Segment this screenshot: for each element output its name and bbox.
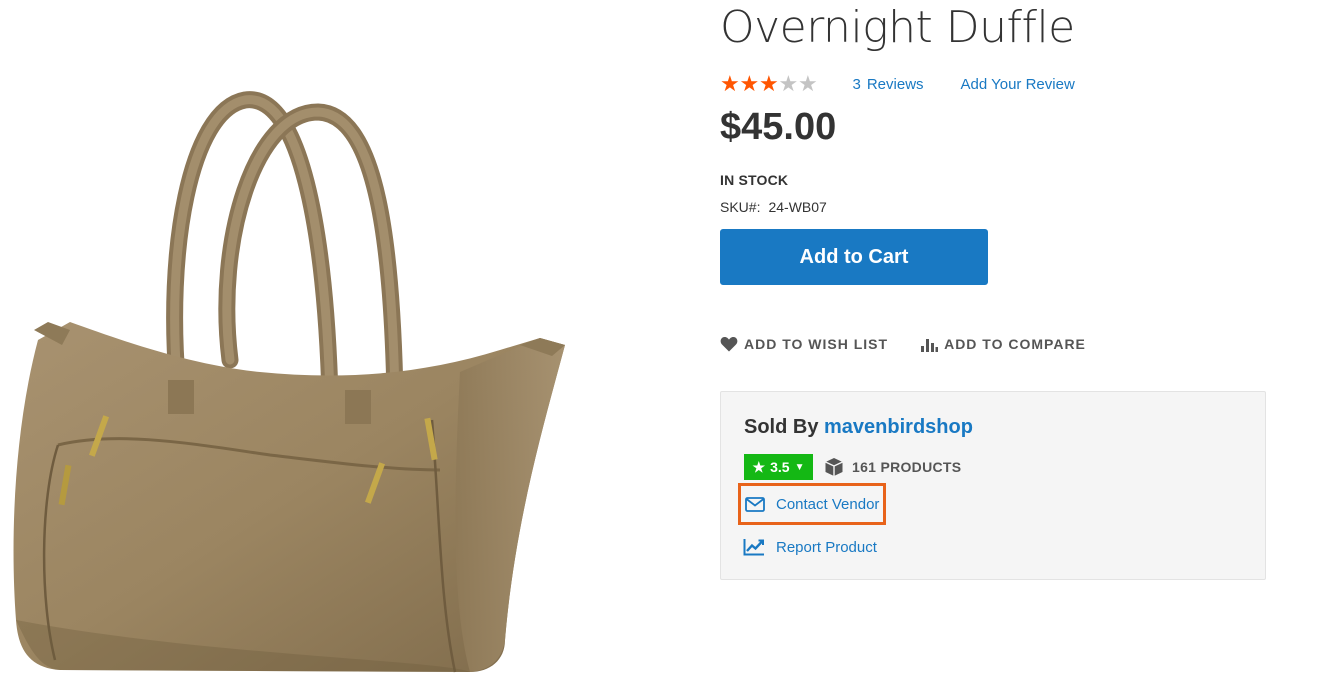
vendor-products-count: 161 PRODUCTS <box>824 457 961 477</box>
reviews-label: Reviews <box>866 75 924 93</box>
product-price: $45.00 <box>720 106 837 148</box>
star-icon: ★ <box>798 71 818 96</box>
reviews-link[interactable]: 3 Reviews <box>853 76 924 93</box>
sku-value: 24-WB07 <box>768 199 827 215</box>
add-to-wishlist-link[interactable]: ADD TO WISH LIST <box>720 336 888 352</box>
report-product-label: Report Product <box>776 538 877 556</box>
star-icon: ★ <box>739 71 760 96</box>
product-image[interactable] <box>0 0 690 689</box>
product-sku: SKU#: 24-WB07 <box>720 199 827 215</box>
vendor-name-link[interactable]: mavenbirdshop <box>824 416 973 438</box>
star-icon: ★ <box>759 71 779 96</box>
rating-stars: ★ ★ ★ ★ ★ <box>720 73 818 95</box>
sold-by-label: Sold By <box>744 416 819 438</box>
sold-by-line: Sold By mavenbirdshop <box>744 416 973 439</box>
product-gallery <box>0 0 690 689</box>
rating-summary: ★ ★ ★ ★ ★ 3 Reviews Add Your Review <box>720 72 1075 96</box>
reviews-count: 3 <box>852 75 861 93</box>
vendor-panel: Sold By mavenbirdshop ★ 3.5 ▼ 161 PRODUC… <box>720 391 1266 580</box>
product-title: Overnight Duffle <box>720 2 1075 53</box>
bar-chart-icon <box>920 336 939 352</box>
vendor-rating: 3.5 <box>770 459 790 475</box>
products-count-label: 161 PRODUCTS <box>852 459 962 475</box>
star-icon: ★ <box>752 458 766 475</box>
contact-vendor-label: Contact Vendor <box>776 495 880 513</box>
vendor-badges: ★ 3.5 ▼ 161 PRODUCTS <box>744 454 961 480</box>
add-to-cart-button[interactable]: Add to Cart <box>720 229 988 285</box>
star-icon: ★ <box>720 71 740 96</box>
stock-status: IN STOCK <box>720 172 789 188</box>
sku-label: SKU#: <box>720 199 761 215</box>
wishlist-label: ADD TO WISH LIST <box>744 336 889 352</box>
line-chart-icon <box>743 538 765 556</box>
product-actions: ADD TO WISH LIST ADD TO COMPARE <box>720 336 1086 352</box>
caret-down-icon: ▼ <box>794 461 805 473</box>
envelope-icon <box>745 496 765 512</box>
heart-icon <box>720 336 738 352</box>
box-icon <box>824 457 844 477</box>
report-product-link[interactable]: Report Product <box>743 533 877 561</box>
add-review-link[interactable]: Add Your Review <box>961 76 1075 93</box>
star-icon: ★ <box>778 71 799 96</box>
add-to-compare-link[interactable]: ADD TO COMPARE <box>920 336 1086 352</box>
vendor-rating-badge[interactable]: ★ 3.5 ▼ <box>744 454 813 480</box>
contact-vendor-link[interactable]: Contact Vendor <box>738 483 887 525</box>
compare-label: ADD TO COMPARE <box>944 336 1086 352</box>
